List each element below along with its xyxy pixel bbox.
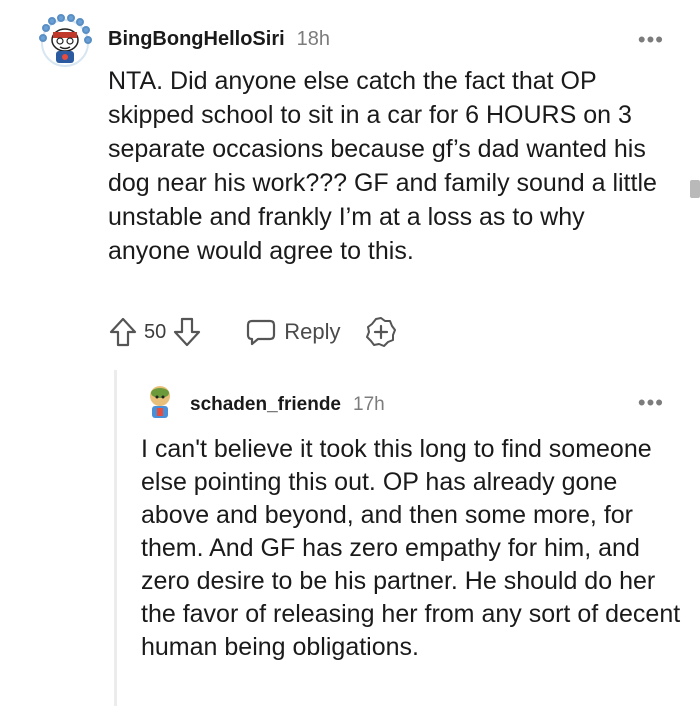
scrollbar-thumb[interactable] bbox=[690, 180, 700, 198]
downvote-icon[interactable] bbox=[172, 316, 202, 348]
reply-bubble-icon bbox=[246, 318, 276, 346]
vote-count: 50 bbox=[144, 320, 167, 343]
reply-label: Reply bbox=[284, 319, 341, 344]
username[interactable]: BingBongHelloSiri bbox=[108, 28, 285, 51]
reply-timestamp: 17h bbox=[353, 394, 385, 415]
comment-meta: BingBongHelloSiri 18h bbox=[108, 28, 330, 56]
reply-avatar[interactable] bbox=[140, 380, 180, 420]
comment-actions: 50 Reply bbox=[108, 314, 397, 350]
reply-meta: schaden_friende 17h bbox=[190, 394, 385, 420]
reply-button[interactable]: Reply bbox=[246, 318, 341, 346]
reply-username[interactable]: schaden_friende bbox=[190, 394, 341, 416]
comment-thread: BingBongHelloSiri 18h ••• NTA. Did anyon… bbox=[0, 0, 700, 706]
more-options-icon[interactable]: ••• bbox=[638, 29, 664, 51]
upvote-icon[interactable] bbox=[108, 316, 138, 348]
user-avatar[interactable] bbox=[36, 14, 94, 72]
comment-body: NTA. Did anyone else catch the fact that… bbox=[108, 67, 657, 265]
timestamp: 18h bbox=[296, 28, 331, 50]
award-button[interactable] bbox=[365, 316, 397, 348]
reply-more-options-icon[interactable]: ••• bbox=[638, 392, 664, 414]
reply-body: I can't believe it took this long to fin… bbox=[141, 435, 681, 661]
thread-line[interactable] bbox=[114, 370, 117, 706]
award-plus-icon bbox=[365, 316, 397, 348]
